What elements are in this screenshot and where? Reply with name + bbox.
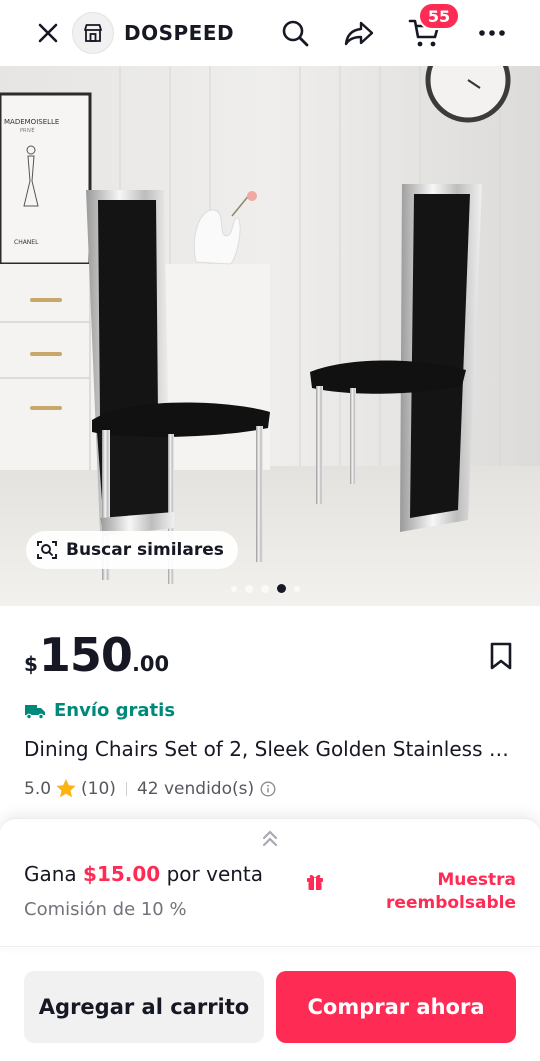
sold-count: 42 vendido(s) bbox=[136, 778, 255, 799]
top-bar: DOSPEED 55 bbox=[0, 0, 540, 66]
refundable-sample-link[interactable]: Muestra reembolsable bbox=[366, 869, 516, 915]
rating-divider bbox=[125, 781, 127, 796]
buy-now-button[interactable]: Comprar ahora bbox=[276, 971, 516, 1043]
shipping-label: Envío gratis bbox=[54, 700, 176, 721]
share-icon[interactable] bbox=[343, 18, 375, 48]
info-icon[interactable] bbox=[260, 781, 276, 797]
price-currency: $ bbox=[24, 652, 38, 676]
svg-text:PRIVÉ: PRIVÉ bbox=[20, 126, 35, 134]
pager-dot[interactable] bbox=[261, 584, 269, 593]
star-icon bbox=[56, 779, 76, 798]
close-icon[interactable] bbox=[34, 19, 62, 47]
image-search-icon bbox=[37, 541, 57, 559]
truck-icon bbox=[25, 704, 45, 719]
rating-row[interactable]: 5.0 (10) 42 vendido(s) bbox=[24, 778, 276, 799]
pager-dot-active[interactable] bbox=[277, 584, 286, 593]
price: $ 150 .00 bbox=[24, 628, 169, 682]
pager-dot[interactable] bbox=[245, 584, 253, 593]
expand-up-icon[interactable] bbox=[258, 826, 282, 850]
earn-per-sale: Gana $15.00 por venta bbox=[24, 862, 263, 886]
earn-amount: $15.00 bbox=[83, 862, 161, 886]
svg-text:CHANEL: CHANEL bbox=[14, 239, 39, 246]
store-logo[interactable] bbox=[72, 12, 114, 54]
more-icon[interactable] bbox=[476, 22, 508, 44]
search-similar-label: Buscar similares bbox=[66, 540, 224, 560]
earn-suffix: por venta bbox=[166, 862, 264, 886]
refund-line-1: Muestra bbox=[437, 870, 516, 890]
svg-text:MADEMOISELLE: MADEMOISELLE bbox=[4, 118, 59, 126]
cart-count-badge: 55 bbox=[418, 2, 460, 30]
free-shipping: Envío gratis bbox=[24, 700, 175, 721]
add-to-cart-button[interactable]: Agregar al carrito bbox=[24, 971, 264, 1043]
product-image[interactable]: MADEMOISELLE PRIVÉ CHANEL Buscar similar… bbox=[0, 66, 540, 606]
store-name[interactable]: DOSPEED bbox=[124, 21, 234, 45]
store-icon bbox=[84, 24, 102, 42]
rating-score: 5.0 bbox=[24, 778, 52, 799]
commission-rate: Comisión de 10 % bbox=[24, 899, 187, 920]
refund-line-2: reembolsable bbox=[386, 893, 516, 913]
earn-prefix: Gana bbox=[24, 862, 77, 886]
product-title[interactable]: Dining Chairs Set of 2, Sleek Golden Sta… bbox=[24, 737, 514, 761]
image-pager bbox=[231, 584, 300, 593]
gift-icon bbox=[307, 874, 323, 890]
divider bbox=[0, 946, 540, 947]
search-icon[interactable] bbox=[280, 18, 310, 48]
bookmark-icon[interactable] bbox=[488, 641, 514, 671]
price-integer: 150 bbox=[38, 628, 133, 682]
price-decimal: .00 bbox=[131, 652, 170, 676]
pager-dot[interactable] bbox=[294, 585, 300, 592]
search-similar-button[interactable]: Buscar similares bbox=[26, 531, 238, 569]
pager-dot[interactable] bbox=[231, 585, 237, 592]
product-photo: MADEMOISELLE PRIVÉ CHANEL bbox=[0, 66, 540, 606]
review-count: (10) bbox=[81, 778, 116, 799]
